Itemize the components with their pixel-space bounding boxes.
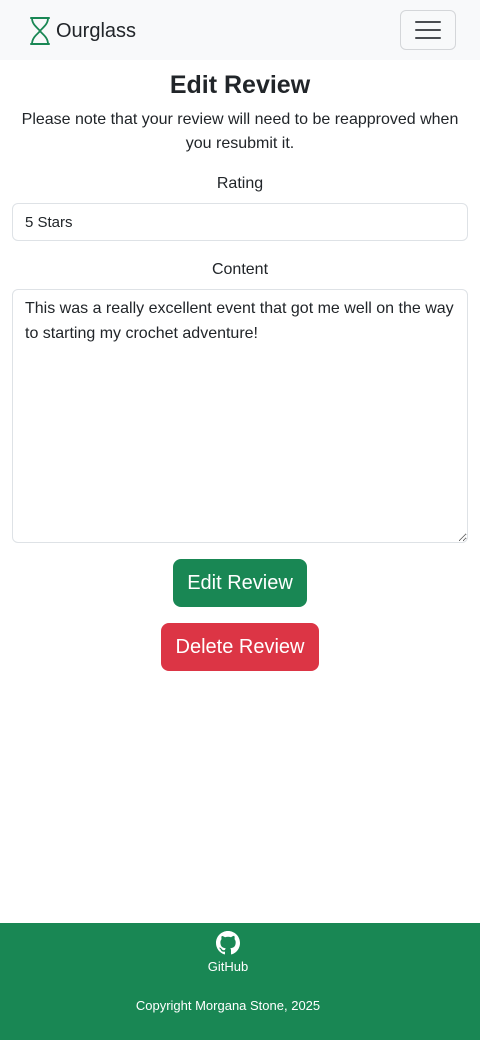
github-label: GitHub <box>207 959 249 974</box>
github-icon <box>216 931 240 955</box>
copyright-text: Copyright Morgana Stone, 2025 <box>135 998 321 1013</box>
brand-link[interactable]: Ourglass <box>28 16 136 46</box>
github-link[interactable]: GitHub <box>190 931 266 975</box>
content-label: Content <box>211 261 269 278</box>
hamburger-menu-icon <box>415 21 441 39</box>
navbar-toggle-button[interactable] <box>400 10 456 50</box>
page-title: Edit Review <box>169 71 311 99</box>
rating-label: Rating <box>216 175 264 192</box>
rating-select[interactable]: 5 Stars <box>12 203 468 241</box>
brand-name: Ourglass <box>56 20 137 42</box>
reapproval-notice: Please note that your review will need t… <box>21 111 459 152</box>
footer: GitHub Copyright Morgana Stone, 2025 <box>0 923 480 1040</box>
page: Ourglass Edit Review Please note that yo… <box>0 0 480 1040</box>
content-textarea[interactable]: This was a really excellent event that g… <box>12 289 468 543</box>
edit-review-button[interactable]: Edit Review <box>173 559 307 607</box>
hourglass-icon <box>30 17 50 45</box>
delete-review-button[interactable]: Delete Review <box>161 623 319 671</box>
navbar: Ourglass <box>0 0 480 60</box>
